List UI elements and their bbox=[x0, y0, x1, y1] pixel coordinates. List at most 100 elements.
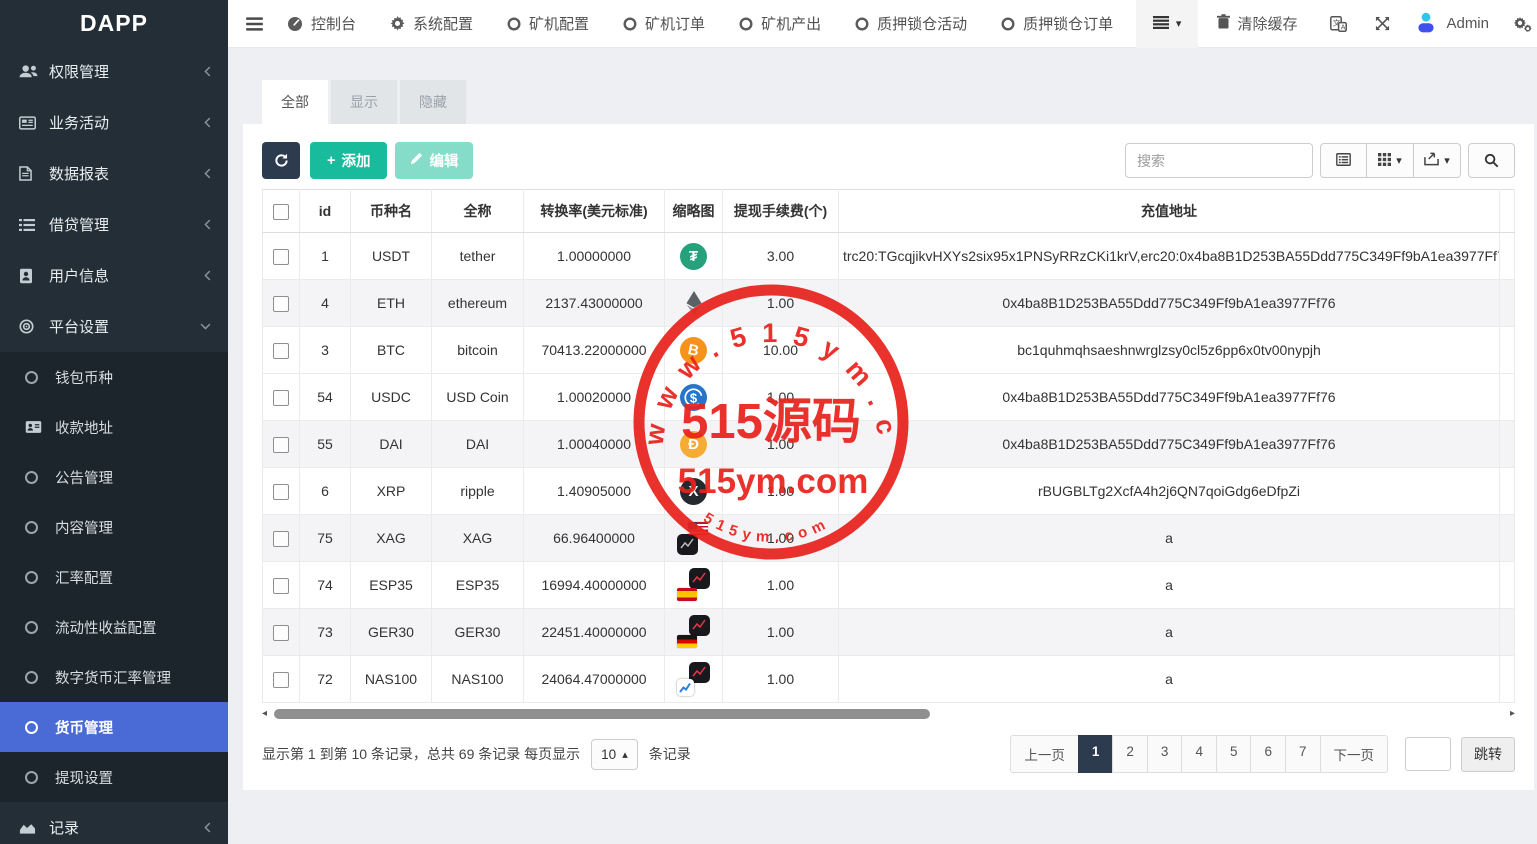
sidebar-item[interactable]: 收款地址 bbox=[0, 402, 228, 452]
sidebar-item[interactable]: 公告管理 bbox=[0, 452, 228, 502]
cell-extra bbox=[1500, 515, 1515, 562]
cell-extra bbox=[1500, 421, 1515, 468]
cell-extra bbox=[1500, 562, 1515, 609]
detail-view-button[interactable] bbox=[1320, 143, 1367, 178]
topbar-menu-item[interactable]: 矿机配置 bbox=[507, 13, 589, 34]
list-icon bbox=[19, 218, 49, 232]
row-checkbox[interactable] bbox=[273, 437, 289, 453]
row-checkbox[interactable] bbox=[273, 484, 289, 500]
fullscreen-icon[interactable] bbox=[1375, 16, 1390, 31]
sidebar-item[interactable]: 提现设置 bbox=[0, 752, 228, 802]
circle-icon bbox=[25, 721, 55, 734]
page-number-button[interactable]: 3 bbox=[1147, 735, 1183, 773]
sidebar-toggle-icon[interactable] bbox=[246, 17, 263, 31]
sidebar-item-label: 内容管理 bbox=[55, 517, 211, 538]
row-checkbox[interactable] bbox=[273, 390, 289, 406]
refresh-button[interactable] bbox=[262, 142, 300, 179]
app-root: DAPP 权限管理业务活动数据报表借贷管理用户信息平台设置钱包币种收款地址公告管… bbox=[0, 0, 1537, 844]
scroll-right-arrow-icon[interactable]: ▸ bbox=[1510, 709, 1515, 719]
page-number-button[interactable]: 2 bbox=[1112, 735, 1148, 773]
row-checkbox[interactable] bbox=[273, 249, 289, 265]
sidebar-item[interactable]: 用户信息 bbox=[0, 250, 228, 301]
row-checkbox[interactable] bbox=[273, 625, 289, 641]
chevron-left-icon bbox=[204, 270, 211, 281]
cell-extra bbox=[1500, 327, 1515, 374]
row-checkbox[interactable] bbox=[273, 578, 289, 594]
translate-icon[interactable]: 文A bbox=[1330, 16, 1347, 32]
tab-active[interactable]: 全部 bbox=[262, 80, 328, 124]
cell-extra bbox=[1500, 280, 1515, 327]
page-jump-button[interactable]: 跳转 bbox=[1461, 737, 1515, 772]
nas100-coin-icon bbox=[676, 670, 712, 686]
xrp-coin-icon: X bbox=[680, 482, 707, 498]
topbar-menu-item[interactable]: 控制台 bbox=[287, 13, 356, 34]
table-controls: ▾ ▾ bbox=[1125, 143, 1515, 178]
sidebar-item[interactable]: 权限管理 bbox=[0, 46, 228, 97]
sidebar-item[interactable]: 流动性收益配置 bbox=[0, 602, 228, 652]
add-button[interactable]: + 添加 bbox=[310, 142, 387, 179]
nav-more-button[interactable]: ▾ bbox=[1136, 0, 1199, 48]
page-number-button[interactable]: 4 bbox=[1181, 735, 1217, 773]
settings-gears-icon[interactable] bbox=[1513, 16, 1532, 32]
cell-fee: 1.00 bbox=[723, 515, 839, 562]
page-number-button[interactable]: 7 bbox=[1285, 735, 1321, 773]
pagination-info: 显示第 1 到第 10 条记录，总共 69 条记录 每页显示 10 ▴ 条记录 bbox=[262, 739, 691, 770]
search-button[interactable] bbox=[1468, 143, 1515, 178]
page-prev-button[interactable]: 上一页 bbox=[1010, 735, 1079, 773]
scroll-left-arrow-icon[interactable]: ◂ bbox=[262, 709, 267, 719]
cell-id: 72 bbox=[300, 656, 351, 703]
page-number-button[interactable]: 6 bbox=[1250, 735, 1286, 773]
sidebar-item-label: 提现设置 bbox=[55, 767, 211, 788]
sidebar-item-label: 记录 bbox=[49, 817, 204, 838]
table-row: 74ESP35ESP3516994.400000001.00a bbox=[263, 562, 1515, 609]
list-bars-icon bbox=[1153, 16, 1169, 32]
sidebar-item[interactable]: 汇率配置 bbox=[0, 552, 228, 602]
page-jump-input[interactable] bbox=[1405, 737, 1451, 771]
tab-inactive[interactable]: 显示 bbox=[331, 80, 397, 124]
row-checkbox[interactable] bbox=[273, 296, 289, 312]
sidebar-item[interactable]: 数字货币汇率管理 bbox=[0, 652, 228, 702]
sidebar-item[interactable]: 借贷管理 bbox=[0, 199, 228, 250]
sidebar-item[interactable]: 内容管理 bbox=[0, 502, 228, 552]
sidebar-item[interactable]: 数据报表 bbox=[0, 148, 228, 199]
user-name: Admin bbox=[1446, 15, 1489, 32]
row-checkbox[interactable] bbox=[273, 672, 289, 688]
tab-inactive[interactable]: 隐藏 bbox=[400, 80, 466, 124]
edit-button[interactable]: 编辑 bbox=[395, 142, 473, 179]
table-row: 4ETHethereum2137.430000001.000x4ba8B1D25… bbox=[263, 280, 1515, 327]
topbar-menu-label: 控制台 bbox=[311, 13, 356, 34]
row-checkbox[interactable] bbox=[273, 531, 289, 547]
sidebar-item[interactable]: 平台设置 bbox=[0, 301, 228, 352]
sidebar-item[interactable]: 货币管理 bbox=[0, 702, 228, 752]
circle-icon bbox=[25, 671, 55, 684]
clear-cache-button[interactable]: 清除缓存 bbox=[1217, 13, 1297, 34]
topbar-menu-item[interactable]: 系统配置 bbox=[390, 13, 473, 34]
columns-button[interactable]: ▾ bbox=[1367, 143, 1414, 178]
export-button[interactable]: ▾ bbox=[1414, 143, 1461, 178]
sidebar-item[interactable]: 钱包币种 bbox=[0, 352, 228, 402]
circle-icon bbox=[25, 471, 55, 484]
topbar-menu-item[interactable]: 质押锁仓活动 bbox=[855, 13, 967, 34]
page-number-button[interactable]: 1 bbox=[1078, 735, 1114, 773]
search-input[interactable] bbox=[1125, 143, 1313, 178]
cell-address: 0x4ba8B1D253BA55Ddd775C349Ff9bA1ea3977Ff… bbox=[839, 374, 1500, 421]
sidebar-item[interactable]: 业务活动 bbox=[0, 97, 228, 148]
topbar-menu-item[interactable]: 质押锁仓订单 bbox=[1001, 13, 1113, 34]
sidebar-item-label: 汇率配置 bbox=[55, 567, 211, 588]
topbar-menu-item[interactable]: 矿机订单 bbox=[623, 13, 705, 34]
horizontal-scrollbar[interactable]: ◂ ▸ bbox=[262, 706, 1515, 722]
usdc-coin-icon: $ bbox=[680, 388, 707, 404]
scrollbar-thumb[interactable] bbox=[274, 709, 930, 719]
chart-area-icon bbox=[19, 821, 49, 835]
page-next-button[interactable]: 下一页 bbox=[1320, 735, 1389, 773]
page-number-button[interactable]: 5 bbox=[1216, 735, 1252, 773]
cell-id: 74 bbox=[300, 562, 351, 609]
page-size-select[interactable]: 10 ▴ bbox=[591, 739, 638, 770]
sidebar-item[interactable]: 记录 bbox=[0, 802, 228, 844]
row-checkbox[interactable] bbox=[273, 343, 289, 359]
select-all-checkbox[interactable] bbox=[273, 204, 289, 220]
user-menu[interactable]: Admin bbox=[1415, 11, 1489, 37]
column-header: 币种名 bbox=[351, 190, 432, 233]
topbar-menu-item[interactable]: 矿机产出 bbox=[739, 13, 821, 34]
table-row: 72NAS100NAS10024064.470000001.00a bbox=[263, 656, 1515, 703]
